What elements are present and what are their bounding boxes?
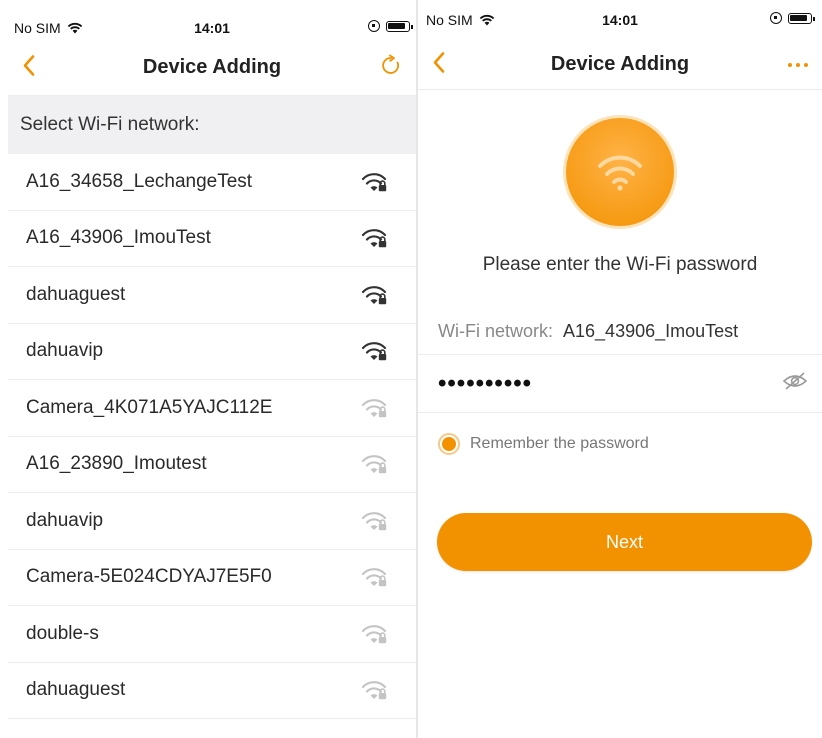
wifi-signal-lock-icon — [361, 172, 387, 191]
back-button[interactable] — [22, 54, 36, 81]
wifi-signal-lock-icon — [361, 229, 387, 248]
next-button[interactable]: Next — [437, 513, 812, 571]
status-bar: No SIM 14:01 — [418, 0, 822, 40]
wifi-signal-lock-icon — [361, 342, 387, 361]
wifi-signal-lock-icon — [361, 285, 387, 304]
remember-radio[interactable] — [438, 433, 460, 455]
wifi-network-name: dahuaguest — [26, 283, 126, 305]
wifi-network-name: dahuaguest — [26, 679, 126, 701]
password-field[interactable]: •••••••••• — [418, 355, 822, 413]
wifi-network-name: dahuavip — [26, 340, 104, 362]
wifi-network-row[interactable]: A16_43906_ImouTest — [8, 211, 416, 267]
chevron-left-icon — [23, 54, 35, 76]
wifi-network-row[interactable]: dahuavip — [8, 493, 416, 550]
eye-off-icon — [782, 372, 808, 390]
status-bar: No SIM 14:01 — [8, 0, 416, 40]
wifi-network-row[interactable]: A16_34658_LechangeTest — [8, 154, 416, 211]
wifi-network-name: double-s — [26, 622, 99, 644]
section-header: Select Wi-Fi network: — [8, 96, 416, 154]
wifi-network-row[interactable]: double-s — [8, 606, 416, 663]
refresh-icon — [382, 54, 399, 74]
refresh-button[interactable] — [380, 54, 402, 81]
orientation-lock-icon — [770, 12, 782, 24]
page-title: Device Adding — [550, 53, 690, 75]
wifi-signal-lock-icon — [361, 568, 387, 587]
more-dots-icon — [788, 62, 808, 67]
wifi-network-row[interactable]: dahuaguest — [8, 663, 416, 719]
wifi-network-name: dahuavip — [26, 509, 104, 531]
network-value: A16_43906_ImouTest — [563, 320, 739, 341]
wifi-network-row[interactable]: Camera-5E024CDYAJ7E5F0 — [8, 550, 416, 606]
wifi-network-name: A16_34658_LechangeTest — [26, 170, 253, 192]
nav-bar: Device Adding — [418, 40, 822, 90]
page-title: Device Adding — [142, 56, 282, 78]
wifi-network-row[interactable]: dahuavip — [8, 324, 416, 380]
status-time: 14:01 — [194, 20, 230, 36]
password-prompt: Please enter the Wi-Fi password — [482, 254, 758, 275]
status-time: 14:01 — [602, 12, 638, 28]
wifi-network-name: Camera_4K071A5YAJC112E — [26, 396, 273, 418]
wifi-signal-lock-icon — [361, 511, 387, 530]
wifi-signal-lock-icon — [361, 624, 387, 643]
status-right — [368, 20, 413, 32]
network-label: Wi-Fi network: — [438, 320, 554, 341]
remember-label: Remember the password — [470, 435, 649, 452]
wifi-network-name: A16_23890_Imoutest — [26, 453, 207, 475]
wifi-signal-lock-icon — [361, 398, 387, 417]
chevron-left-icon — [433, 51, 445, 73]
battery-icon — [788, 12, 815, 24]
password-input[interactable]: •••••••••• — [438, 370, 532, 398]
wifi-hero — [418, 118, 822, 226]
wifi-network-name: A16_43906_ImouTest — [26, 227, 211, 249]
wifi-network-row[interactable]: A16_23890_Imoutest — [8, 437, 416, 493]
status-right — [770, 12, 815, 24]
wifi-password-screen: No SIM 14:01 Device Adding Please enter … — [418, 0, 822, 738]
wifi-signal-lock-icon — [361, 455, 387, 474]
radio-dot — [442, 437, 456, 451]
toggle-visibility-button[interactable] — [782, 372, 808, 395]
remember-password-option[interactable]: Remember the password — [438, 433, 822, 455]
more-button[interactable] — [788, 62, 808, 67]
wifi-signal-lock-icon — [361, 681, 387, 700]
orientation-lock-icon — [368, 20, 380, 32]
back-button[interactable] — [432, 51, 446, 78]
wifi-network-name: Camera-5E024CDYAJ7E5F0 — [26, 566, 272, 588]
wifi-list-screen: No SIM 14:01 Device Adding Select Wi-Fi … — [8, 0, 416, 738]
battery-icon — [386, 20, 413, 32]
wifi-network-row[interactable]: dahuaguest — [8, 267, 416, 324]
nav-bar: Device Adding — [8, 40, 416, 96]
wifi-network-list: A16_34658_LechangeTest A16_43906_ImouTest… — [8, 154, 416, 719]
network-info: Wi-Fi network: A16_43906_ImouTest — [438, 314, 822, 348]
wifi-hero-icon — [566, 118, 674, 226]
wifi-network-row[interactable]: Camera_4K071A5YAJC112E — [8, 380, 416, 437]
